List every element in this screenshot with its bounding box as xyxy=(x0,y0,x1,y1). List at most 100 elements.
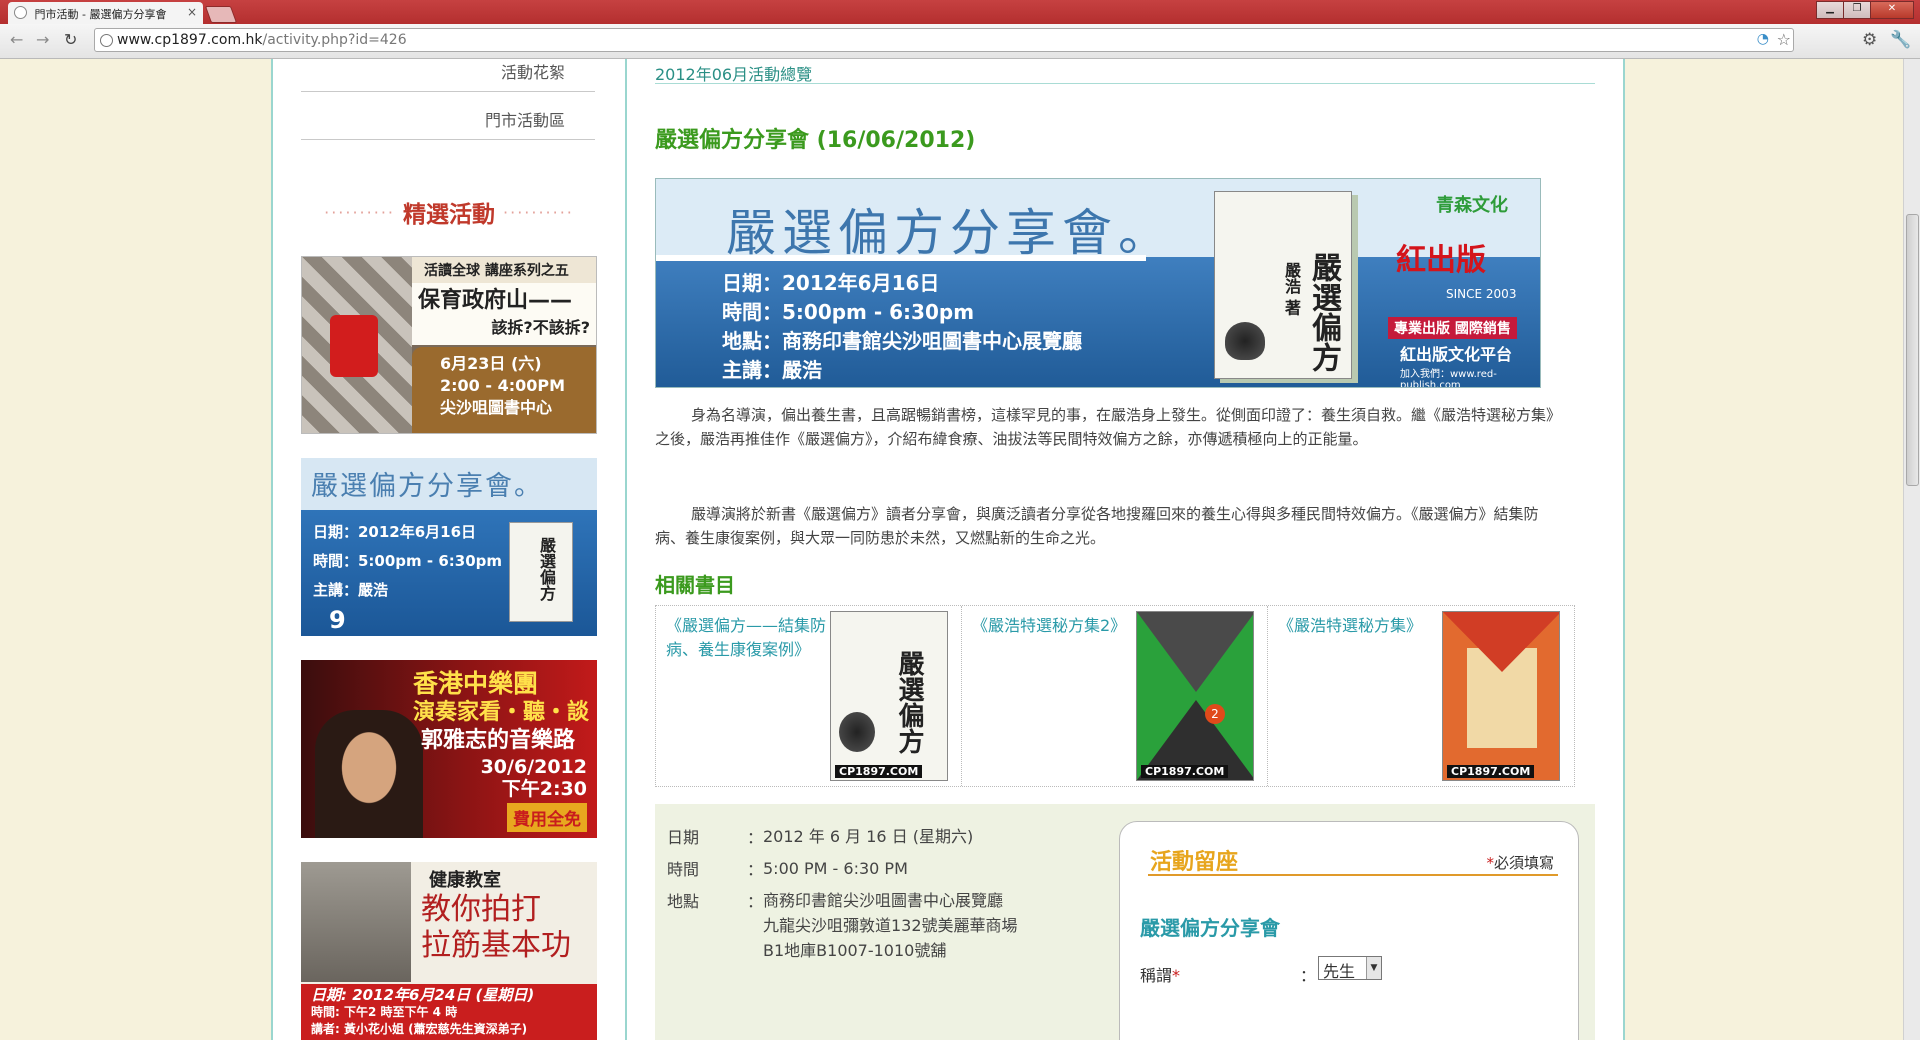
banner-date: 6月23日 (六) xyxy=(440,354,542,373)
bookmark-star-icon[interactable]: ☆ xyxy=(1777,30,1791,49)
banner-chinese-orchestra[interactable]: 香港中樂團 演奏家看・聽・談 郭雅志的音樂路 30/6/2012 下午2:30 費… xyxy=(301,660,597,838)
page-container: 活動花絮 門市活動區 ·········· 精選活動 ·········· 活讀… xyxy=(271,59,1625,1040)
banner-head: 健康教室 xyxy=(429,870,501,891)
banner-speaker: 講者: 黃小花小姐 (蕭宏慈先生資深弟子) xyxy=(311,1022,528,1036)
page-icon xyxy=(100,34,113,47)
banner-health-class[interactable]: 健康教室 教你拍打 拉筋基本功 日期: 2012年6月24日 (星期日) 時間: … xyxy=(301,862,597,1040)
form-event-name: 嚴選偏方分享會 xyxy=(1140,916,1280,940)
hero-info: 日期：2012年6月16日 時間：5:00pm - 6:30pm 地點：商務印書… xyxy=(722,269,1082,385)
book-title: 嚴選偏方 xyxy=(1306,252,1341,372)
hero-venue: 地點：商務印書館尖沙咀圖書中心展覽廳 xyxy=(722,329,1082,353)
hero-date: 日期：2012年6月16日 xyxy=(722,271,940,295)
dotted-ornament: ·········· xyxy=(503,203,574,222)
extension-icon[interactable]: ◔ xyxy=(1757,31,1769,47)
new-tab-button[interactable] xyxy=(204,6,238,23)
required-text: 必須填寫 xyxy=(1493,854,1554,872)
required-star: * xyxy=(1486,854,1494,872)
breadcrumb[interactable]: 2012年06月活動總覽 xyxy=(655,61,1595,84)
anniversary-logo: 9 xyxy=(329,606,346,634)
class-photo xyxy=(301,862,411,982)
browser-toolbar: ← → ↻ www.cp1897.com.hk/activity.php?id=… xyxy=(0,24,1920,59)
book-cover-image[interactable]: CP1897.COM xyxy=(1442,611,1560,781)
hero-underline xyxy=(656,255,1146,261)
event-details-panel: 日期 ：2012 年 6 月 16 日 (星期六) 時間 ：5:00 PM - 6:… xyxy=(655,804,1595,1040)
main-content: 2012年06月活動總覽 嚴選偏方分享會 (16/06/2012) 嚴選偏方分享… xyxy=(655,59,1595,1040)
form-colon: ： xyxy=(1300,966,1317,985)
hero-time: 時間：5:00pm - 6:30pm xyxy=(722,300,975,324)
banner-date: 日期: 2012年6月24日 (星期日) xyxy=(311,986,535,1004)
detail-label: 日期 xyxy=(667,828,700,847)
book-cover-image: 嚴選偏方 xyxy=(509,522,573,622)
detail-value: 5:00 PM - 6:30 PM xyxy=(763,859,908,878)
related-book-item[interactable]: 《嚴浩特選秘方集》 CP1897.COM xyxy=(1268,606,1574,786)
banner-topic: 郭雅志的音樂路 xyxy=(421,728,576,753)
banner-time: 下午2:30 xyxy=(501,778,587,800)
close-window-button[interactable]: ✕ xyxy=(1870,1,1914,19)
banner-subtitle: 該拆?不該拆? xyxy=(491,318,590,337)
back-icon[interactable]: ← xyxy=(10,30,23,49)
url-text: www.cp1897.com.hk/activity.php?id=426 xyxy=(117,32,407,48)
banner-venue: 尖沙咀圖書中心 xyxy=(440,398,553,417)
sidebar: 活動花絮 門市活動區 ·········· 精選活動 ·········· 活讀… xyxy=(273,59,625,1040)
cp1897-badge: CP1897.COM xyxy=(1141,765,1229,778)
banner-info: 日期：2012年6月16日 時間：5:00pm - 6:30pm 主講：嚴浩 xyxy=(313,518,502,605)
window-controls: ▁ ❐ ✕ xyxy=(1816,1,1914,19)
sidebar-link-activity-highlights[interactable]: 活動花絮 xyxy=(501,59,565,83)
related-book-item[interactable]: 《嚴浩特選秘方集2》 2 CP1897.COM xyxy=(962,606,1268,786)
book-cover-image[interactable]: 嚴選偏方 CP1897.COM xyxy=(830,611,948,781)
sidebar-divider-line xyxy=(301,91,595,92)
forward-icon[interactable]: → xyxy=(36,30,49,49)
reload-icon[interactable]: ↻ xyxy=(64,30,77,49)
red-puzzle-piece xyxy=(330,315,378,377)
portrait-image xyxy=(315,710,423,838)
banner-remedy-sharing[interactable]: 嚴選偏方分享會。 日期：2012年6月16日 時間：5:00pm - 6:30p… xyxy=(301,458,597,636)
banner-title-line: 教你拍打 xyxy=(421,892,541,927)
related-book-link[interactable]: 《嚴選偏方——結集防病、養生康復案例》 xyxy=(666,614,826,662)
form-header: 活動留座 *必須填寫 xyxy=(1148,846,1558,876)
related-book-item[interactable]: 《嚴選偏方——結集防病、養生康復案例》 嚴選偏方 CP1897.COM xyxy=(656,606,962,786)
tab-close-icon[interactable]: × xyxy=(187,5,197,19)
red-publish-logo: 紅出版 xyxy=(1396,243,1486,278)
column-divider xyxy=(625,59,627,1040)
featured-title: 精選活動 xyxy=(403,202,495,228)
address-bar[interactable]: www.cp1897.com.hk/activity.php?id=426 ◔ … xyxy=(94,28,1794,52)
related-book-link[interactable]: 《嚴浩特選秘方集》 xyxy=(1278,614,1438,638)
banner-speaker: 主講：嚴浩 xyxy=(313,581,389,599)
banner-info: 日期: 2012年6月24日 (星期日) 時間: 下午2 時至下午 4 時 講者… xyxy=(301,984,597,1040)
detail-row-time: 時間 ：5:00 PM - 6:30 PM xyxy=(667,856,908,881)
book-cover-image[interactable]: 2 CP1897.COM xyxy=(1136,611,1254,781)
salutation-select[interactable]: 先生 ▼ xyxy=(1318,956,1382,981)
scrollbar-thumb[interactable] xyxy=(1906,214,1919,486)
banner-title: 教你拍打 拉筋基本功 xyxy=(421,892,571,964)
wrench-icon[interactable]: 🔧 xyxy=(1890,30,1911,50)
form-title: 活動留座 xyxy=(1150,850,1239,875)
publisher-url: 加入我們：www.red-publish.com xyxy=(1400,369,1497,388)
event-description: 身為名導演，偏出養生書，且高踞暢銷書榜，這樣罕見的事，在嚴浩身上發生。從側面印證… xyxy=(655,406,1554,448)
banner-datetime: 30/6/2012 下午2:30 xyxy=(481,756,587,800)
venue-line: 九龍尖沙咀彌敦道132號美麗華商場 xyxy=(763,916,1018,935)
event-description: 嚴導演將於新書《嚴選偏方》讀者分享會，與廣泛讀者分享從各地搜羅回來的養生心得與多… xyxy=(655,505,1539,547)
free-badge: 費用全免 xyxy=(507,803,587,832)
banner-heritage-talk[interactable]: 活讀全球 講座系列之五 保育政府山—— 該拆?不該拆? 6月23日 (六) 2:0… xyxy=(301,256,597,434)
maximize-button[interactable]: ❐ xyxy=(1843,1,1871,19)
chevron-down-icon[interactable]: ▼ xyxy=(1366,957,1381,979)
publisher-logo: 青森文化 xyxy=(1436,195,1508,216)
extension-gear-icon[interactable]: ⚙ xyxy=(1862,30,1877,50)
cover-pattern xyxy=(1443,612,1559,672)
banner-info: 6月23日 (六) 2:00 - 4:00PM 尖沙咀圖書中心 xyxy=(412,347,596,433)
cp1897-badge: CP1897.COM xyxy=(1447,765,1535,778)
banner-date: 30/6/2012 xyxy=(480,756,587,778)
sidebar-link-store-activities[interactable]: 門市活動區 xyxy=(485,107,565,131)
hero-speaker: 主講：嚴浩 xyxy=(722,358,822,382)
salutation-row: 稱謂* ： xyxy=(1140,962,1316,986)
minimize-button[interactable]: ▁ xyxy=(1816,1,1844,19)
banner-time: 時間：5:00pm - 6:30pm xyxy=(313,552,503,570)
tab-title: 門市活動 - 嚴選偏方分享會 xyxy=(34,8,167,21)
reservation-form: 活動留座 *必須填寫 嚴選偏方分享會 稱謂* ： 先生 ▼ xyxy=(1119,821,1579,1040)
vertical-scrollbar[interactable] xyxy=(1903,59,1920,1040)
browser-tab[interactable]: 門市活動 - 嚴選偏方分享會 × xyxy=(8,2,203,24)
publisher-panel: 青森文化 紅出版 SINCE 2003 專業出版 國際銷售 紅出版文化平台 加入… xyxy=(1376,179,1540,388)
related-book-link[interactable]: 《嚴浩特選秘方集2》 xyxy=(972,614,1132,638)
salutation-label: 稱謂 xyxy=(1140,966,1173,985)
book-title: 嚴選偏方 xyxy=(894,650,924,754)
